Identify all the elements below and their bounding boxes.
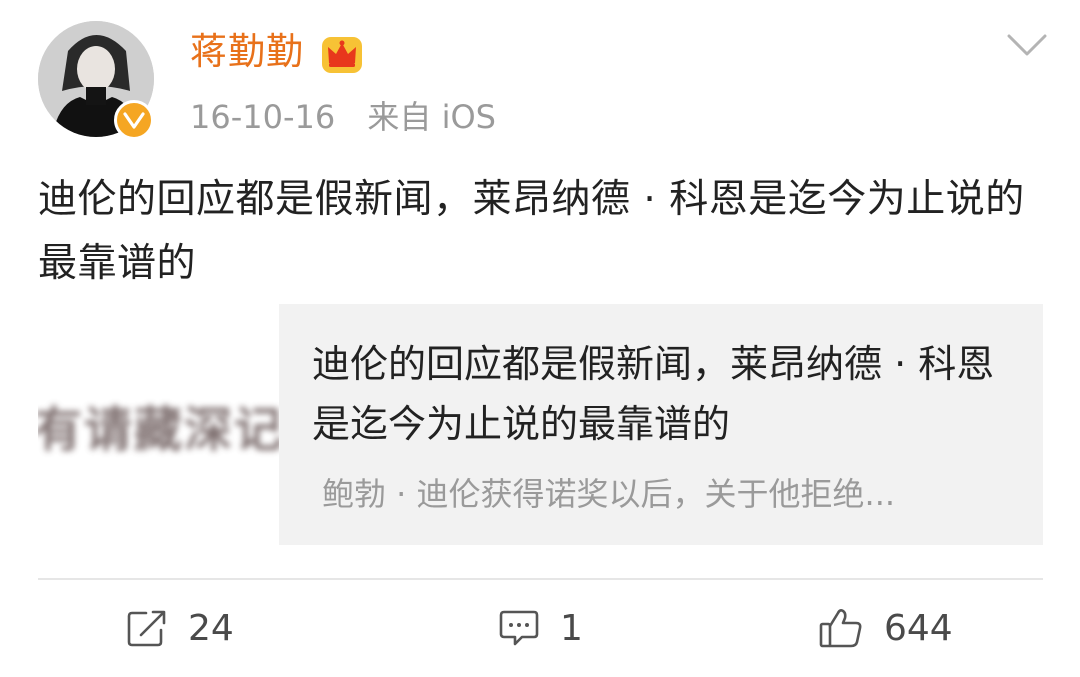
post-source[interactable]: 来自 iOS: [367, 98, 496, 136]
thumbs-up-icon: [819, 609, 862, 648]
like-button[interactable]: 644: [818, 598, 953, 658]
article-card[interactable]: 有请藏深记 迪伦的回应都是假新闻，莱昂纳德 · 科恩是迄今为止说的最靠谱的 鲍勃…: [38, 304, 1043, 545]
share-button[interactable]: 24: [126, 598, 234, 658]
verified-badge-icon: [114, 100, 154, 140]
divider: [38, 578, 1043, 580]
share-count: 24: [188, 607, 234, 649]
article-thumbnail: 有请藏深记: [38, 304, 279, 545]
comment-count: 1: [560, 607, 583, 649]
like-count: 644: [884, 607, 953, 649]
share-icon: [127, 610, 166, 647]
crown-icon[interactable]: [320, 33, 364, 75]
comment-icon: [499, 610, 539, 646]
post-meta: 16-10-16 来自 iOS: [190, 95, 496, 139]
post-timestamp: 16-10-16: [190, 98, 336, 136]
article-title: 迪伦的回应都是假新闻，莱昂纳德 · 科恩是迄今为止说的最靠谱的: [312, 342, 995, 446]
username-link[interactable]: 蒋勤勤: [190, 28, 304, 76]
article-description: 鲍勃 · 迪伦获得诺奖以后，关于他拒绝...: [322, 475, 896, 513]
comment-button[interactable]: 1: [498, 598, 583, 658]
post-text: 迪伦的回应都是假新闻，莱昂纳德 · 科恩是迄今为止说的最靠谱的: [38, 177, 1025, 286]
thumbnail-blurred-text: 有请藏深记: [38, 402, 279, 458]
chevron-down-icon[interactable]: [1005, 30, 1049, 60]
